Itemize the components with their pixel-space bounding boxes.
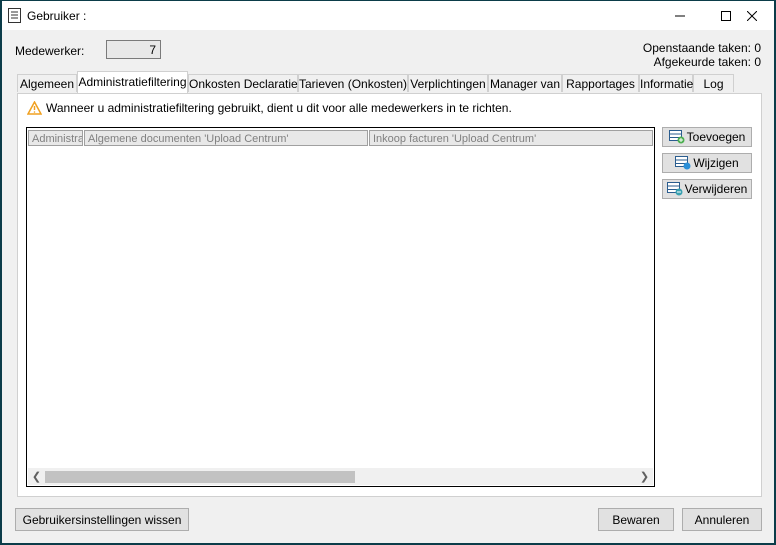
cancel-button[interactable]: Annuleren (682, 508, 762, 531)
edit-button[interactable]: Wijzigen (662, 153, 752, 173)
tab-manager-van[interactable]: Manager van (488, 74, 562, 92)
minimize-button[interactable] (657, 1, 703, 30)
edit-row-icon (675, 156, 691, 170)
tab-verplichtingen[interactable]: Verplichtingen (408, 74, 488, 92)
tab-rapportages[interactable]: Rapportages (562, 74, 639, 92)
close-button[interactable] (729, 1, 774, 30)
title-bar[interactable]: Gebruiker : (2, 1, 774, 30)
delete-row-icon (666, 182, 683, 196)
close-icon (746, 10, 757, 21)
medewerker-label: Medewerker: (15, 44, 85, 58)
add-button[interactable]: Toevoegen (662, 127, 752, 147)
edit-button-label: Wijzigen (693, 156, 739, 170)
tab-administratiefiltering[interactable]: Administratiefiltering (77, 71, 188, 93)
tab-informatie[interactable]: Informatie (639, 74, 693, 92)
column-header-inkoop-facturen[interactable]: Inkoop facturen 'Upload Centrum' (369, 130, 653, 146)
delete-button[interactable]: Verwijderen (662, 179, 752, 199)
scroll-left-icon[interactable]: ❮ (28, 468, 45, 485)
save-button[interactable]: Bewaren (598, 508, 674, 531)
column-header-algemene-documenten[interactable]: Algemene documenten 'Upload Centrum' (84, 130, 368, 146)
tab-tarieven[interactable]: Tarieven (Onkosten) (298, 74, 408, 92)
horizontal-scrollbar[interactable]: ❮ ❯ (28, 468, 653, 485)
add-button-label: Toevoegen (686, 130, 746, 144)
window-title: Gebruiker : (27, 9, 87, 23)
filter-table[interactable]: Administra Algemene documenten 'Upload C… (26, 127, 655, 487)
administratiefiltering-panel: Wanneer u administratiefiltering gebruik… (17, 93, 762, 497)
warning-text: Wanneer u administratiefiltering gebruik… (46, 101, 512, 115)
open-tasks-count: Openstaande taken: 0 (642, 41, 761, 55)
delete-button-label: Verwijderen (684, 182, 748, 196)
tab-onkosten-declaratie[interactable]: Onkosten Declaratie (188, 74, 298, 92)
warning-message: Wanneer u administratiefiltering gebruik… (27, 101, 512, 115)
scrollbar-thumb[interactable] (45, 471, 355, 483)
minimize-icon (675, 15, 685, 16)
tab-algemeen[interactable]: Algemeen (17, 74, 77, 92)
add-row-icon (668, 130, 685, 144)
scroll-right-icon[interactable]: ❯ (636, 468, 653, 485)
document-icon (8, 8, 21, 23)
tab-log[interactable]: Log (693, 74, 734, 92)
rejected-tasks-count: Afgekeurde taken: 0 (653, 55, 761, 69)
warning-icon (27, 101, 42, 115)
medewerker-field: 7 (106, 40, 161, 59)
user-dialog: Gebruiker : Medewerker: 7 Openstaande ta… (1, 0, 775, 544)
column-header-administratie[interactable]: Administra (28, 130, 83, 146)
reset-settings-button[interactable]: Gebruikersinstellingen wissen (15, 508, 189, 531)
